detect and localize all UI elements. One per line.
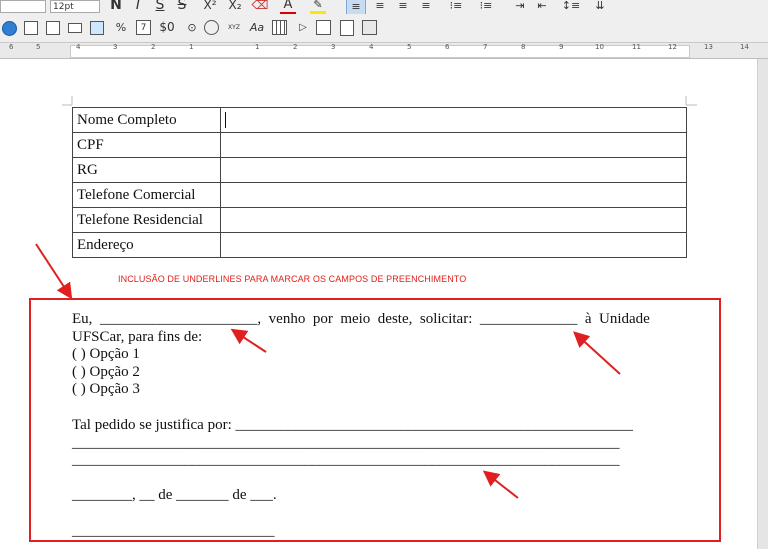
play-icon[interactable]: ▷: [296, 19, 310, 35]
insert-toolbar: % 7 $0 ⊙ XYZ Aa ▷: [0, 14, 768, 43]
purpose-line: UFSCar, para fins de:: [72, 329, 203, 345]
font-color-button[interactable]: A: [280, 0, 296, 14]
horizontal-ruler[interactable]: 6 5 4 3 2 1 1 2 3 4 5 6 7 8 9 10 11 12 1…: [0, 43, 768, 59]
paragraph-spacing-icon[interactable]: ⇊: [592, 0, 608, 13]
ruler-tick: 10: [595, 43, 604, 51]
ruler-tick: 3: [331, 43, 336, 51]
textbox-icon[interactable]: [68, 23, 82, 33]
superscript-button[interactable]: X²: [200, 0, 220, 13]
blank-line: ________________________________________…: [72, 435, 620, 451]
select-icon[interactable]: [316, 20, 331, 35]
table-cell-label: CPF: [72, 132, 221, 158]
ruler-tick: 4: [76, 43, 81, 51]
clock-icon[interactable]: [204, 20, 219, 35]
formatting-toolbar: 12pt N I S S X² X₂ ⌫ A ✎ ≡ ≡ ≡ ≡ ⁝≡ ⁝≡ ⇥…: [0, 0, 768, 14]
table-cell-value[interactable]: [220, 232, 687, 258]
table-cell-label: Telefone Comercial: [72, 182, 221, 208]
ruler-tick: 9: [559, 43, 564, 51]
ruler-tick: 4: [369, 43, 374, 51]
arrange-icon[interactable]: [362, 20, 377, 35]
bullets-icon[interactable]: ⁝≡: [446, 0, 466, 13]
table-cell-label: RG: [72, 157, 221, 183]
annotation-note: INCLUSÃO DE UNDERLINES PARA MARCAR OS CA…: [118, 274, 467, 284]
table-cell-label: Nome Completo: [72, 107, 221, 133]
percent-icon[interactable]: %: [114, 19, 128, 35]
record-icon[interactable]: [2, 21, 17, 36]
table-row: RG: [72, 157, 687, 183]
table-cell-value[interactable]: [220, 132, 687, 158]
bold-button[interactable]: N: [108, 0, 124, 13]
table-cell-value[interactable]: [220, 207, 687, 233]
justify-button[interactable]: ≡: [418, 0, 434, 13]
ruler-tick: 13: [704, 43, 713, 51]
highlight-button[interactable]: ✎: [310, 0, 326, 14]
ruler-tick: 1: [255, 43, 260, 51]
font-size-box[interactable]: 12pt: [50, 0, 100, 13]
table-cell-value[interactable]: [220, 182, 687, 208]
option-2: ( ) Opção 2: [72, 364, 140, 380]
frame-icon[interactable]: [46, 21, 60, 35]
table-row: Telefone Residencial: [72, 207, 687, 233]
signature-line: ___________________________: [72, 523, 275, 539]
clear-format-icon[interactable]: ⌫: [252, 0, 269, 13]
ruler-tick: 5: [36, 43, 41, 51]
table-row: Endereço: [72, 232, 687, 258]
align-left-button[interactable]: ≡: [346, 0, 366, 14]
ruler-tick: 8: [521, 43, 526, 51]
image-icon[interactable]: [90, 21, 104, 35]
option-3: ( ) Opção 3: [72, 381, 140, 397]
ruler-tick: 11: [632, 43, 641, 51]
table-row: Telefone Comercial: [72, 182, 687, 208]
font-size-value: 12pt: [53, 1, 74, 12]
align-right-button[interactable]: ≡: [395, 0, 411, 13]
blank-line: ________________________________________…: [72, 452, 620, 468]
hyperlink-icon[interactable]: ⊙: [184, 19, 200, 35]
text-cursor: [225, 112, 226, 129]
document-icon[interactable]: [340, 20, 354, 36]
table-cell-label: Telefone Residencial: [72, 207, 221, 233]
italic-button[interactable]: I: [130, 0, 146, 13]
calendar-icon[interactable]: 7: [136, 20, 151, 35]
indent-decrease-icon[interactable]: ⇤: [534, 0, 550, 13]
justification-line: Tal pedido se justifica por: ___________…: [72, 417, 633, 433]
table-cell-label: Endereço: [72, 232, 221, 258]
ruler-tick: 2: [151, 43, 156, 51]
date-line: ________, __ de _______ de ___.: [72, 487, 277, 503]
personal-data-table: Nome Completo CPF RG Telefone Comercial …: [72, 107, 687, 258]
option-1: ( ) Opção 1: [72, 346, 140, 362]
char-format-button[interactable]: Aa: [248, 19, 266, 35]
subscript-button[interactable]: X₂: [225, 0, 245, 13]
line-spacing-icon[interactable]: ↕≡: [560, 0, 582, 13]
table-cell-value[interactable]: [220, 107, 687, 133]
strikethrough-button[interactable]: S: [174, 0, 190, 13]
table-row: CPF: [72, 132, 687, 158]
ruler-tick: 6: [445, 43, 450, 51]
font-name-box[interactable]: [0, 0, 46, 13]
table-cell-value[interactable]: [220, 157, 687, 183]
ruler-tick: 1: [189, 43, 194, 51]
currency-button[interactable]: $0: [156, 19, 178, 35]
grid-icon[interactable]: [272, 20, 287, 35]
xyz-icon[interactable]: XYZ: [226, 19, 242, 35]
ruler-tick: 7: [483, 43, 488, 51]
ruler-tick: 5: [407, 43, 412, 51]
vertical-scrollbar[interactable]: [757, 59, 768, 549]
underline-button[interactable]: S: [152, 0, 168, 13]
ruler-tick: 14: [740, 43, 749, 51]
align-center-button[interactable]: ≡: [372, 0, 388, 13]
table-row: Nome Completo: [72, 107, 687, 133]
ruler-tick: 6: [9, 43, 14, 51]
ruler-tick: 3: [113, 43, 118, 51]
table-icon[interactable]: [24, 21, 38, 35]
request-line: Eu, _____________________, venho por mei…: [72, 311, 650, 327]
numbering-icon[interactable]: ⁝≡: [476, 0, 496, 13]
ruler-tick: 12: [668, 43, 677, 51]
ruler-tick: 2: [293, 43, 298, 51]
indent-increase-icon[interactable]: ⇥: [512, 0, 528, 13]
